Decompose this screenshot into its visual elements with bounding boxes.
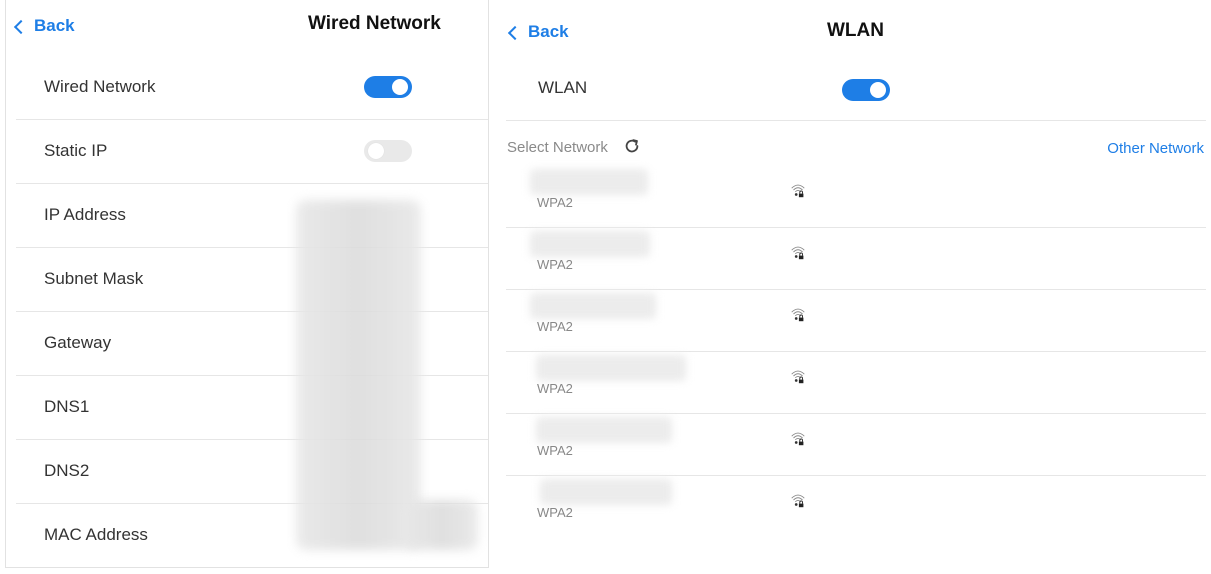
wlan-toggle[interactable] — [842, 79, 890, 101]
back-button[interactable]: Back — [507, 22, 569, 42]
redacted-ssid — [536, 355, 686, 381]
chevron-left-icon — [13, 19, 29, 34]
security-label: WPA2 — [537, 505, 573, 520]
row-static-ip: Static IP — [16, 119, 488, 184]
back-label: Back — [528, 22, 569, 41]
back-label: Back — [34, 16, 75, 35]
security-label: WPA2 — [537, 443, 573, 458]
static-ip-toggle[interactable] — [364, 140, 412, 162]
wifi-lock-icon — [791, 432, 805, 446]
security-label: WPA2 — [537, 257, 573, 272]
page-title: WLAN — [827, 20, 884, 41]
network-item[interactable]: WPA2 — [506, 289, 1206, 352]
wifi-lock-icon — [791, 494, 805, 508]
redacted-ssid — [530, 169, 648, 195]
wifi-lock-icon — [791, 184, 805, 198]
wlan-panel: Back WLAN WLAN Select Network Other Netw… — [496, 0, 1211, 574]
wifi-lock-icon — [791, 370, 805, 384]
redacted-ssid — [540, 479, 672, 505]
row-label: WLAN — [538, 78, 588, 97]
row-label: Gateway — [44, 333, 112, 352]
chevron-left-icon — [507, 25, 523, 40]
other-network-link[interactable]: Other Network — [1107, 140, 1204, 157]
page-title: Wired Network — [308, 13, 441, 34]
redacted-ssid — [530, 231, 650, 257]
row-label: MAC Address — [44, 525, 148, 544]
row-label: Static IP — [44, 141, 108, 160]
row-wlan: WLAN — [506, 56, 1206, 121]
redacted-values — [296, 200, 421, 550]
network-item[interactable]: WPA2 — [506, 227, 1206, 290]
row-label: Subnet Mask — [44, 269, 144, 288]
row-wired-network: Wired Network — [16, 55, 488, 120]
wired-network-panel: Back Wired Network Wired Network Static … — [5, 0, 489, 568]
wifi-lock-icon — [791, 308, 805, 322]
wired-network-toggle[interactable] — [364, 76, 412, 98]
security-label: WPA2 — [537, 381, 573, 396]
back-button[interactable]: Back — [13, 16, 75, 36]
select-network-label: Select Network — [507, 139, 608, 156]
network-item[interactable]: WPA2 — [506, 351, 1206, 414]
network-item[interactable]: WPA2 — [506, 165, 1206, 228]
redacted-mac — [406, 500, 478, 550]
redacted-ssid — [530, 293, 656, 319]
network-item[interactable]: WPA2 — [506, 413, 1206, 476]
row-label: DNS2 — [44, 461, 90, 480]
security-label: WPA2 — [537, 195, 573, 210]
redacted-ssid — [536, 417, 672, 443]
refresh-icon[interactable] — [623, 137, 641, 155]
row-label: Wired Network — [44, 77, 156, 96]
row-label: IP Address — [44, 205, 126, 224]
wifi-lock-icon — [791, 246, 805, 260]
security-label: WPA2 — [537, 319, 573, 334]
row-label: DNS1 — [44, 397, 90, 416]
network-item[interactable]: WPA2 — [506, 475, 1206, 537]
